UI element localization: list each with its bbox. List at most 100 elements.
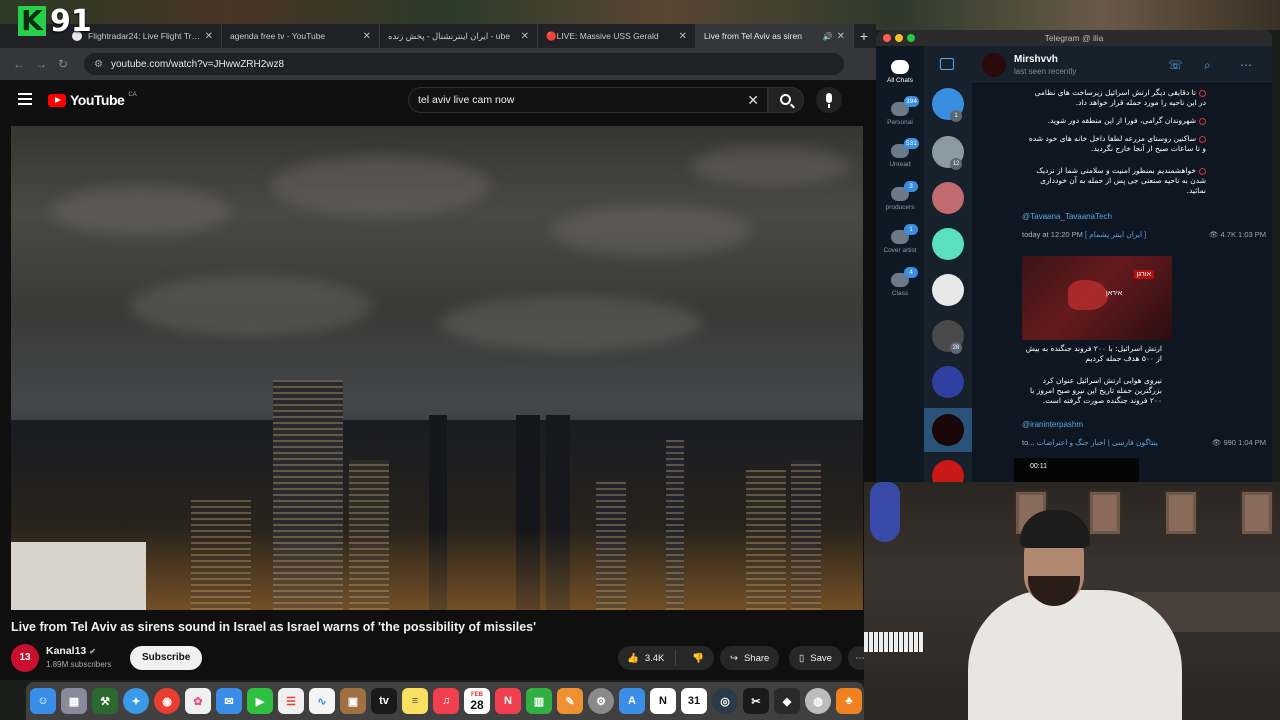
reload-icon[interactable]: ↻ <box>52 57 74 71</box>
freeform-icon[interactable]: ∿ <box>309 688 335 714</box>
region-code: CA <box>128 92 137 98</box>
chat-avatar[interactable] <box>932 414 964 446</box>
forward-source[interactable]: [ ایران اینتر پشمام ] <box>1085 230 1146 239</box>
pages-icon[interactable]: ✎ <box>557 688 583 714</box>
voice-search-icon[interactable] <box>816 87 842 113</box>
channel-link[interactable]: @iraninterpashm <box>1022 420 1083 429</box>
reminders-icon[interactable]: ☰ <box>278 688 304 714</box>
views-text: 4.7K 1:03 PM <box>1220 230 1266 239</box>
finance-icon[interactable]: ▣ <box>340 688 366 714</box>
back-icon[interactable]: ← <box>8 57 30 71</box>
chat-avatar[interactable] <box>932 460 964 482</box>
fl-studio-icon[interactable]: ♣ <box>836 688 862 714</box>
compose-icon[interactable] <box>940 58 954 70</box>
folder-unread[interactable]: 531 Unread <box>876 138 924 168</box>
video-attachment[interactable] <box>1014 458 1139 482</box>
forwarded-text: شهروندان گرامی، فورا از این منطقه دور شو… <box>1026 116 1206 126</box>
channel-name: Kanal13 <box>46 645 87 657</box>
message-meta: to... پنتاگون فارسی | اخبار جنگ و اعتراض… <box>1022 438 1158 447</box>
youtube-logo[interactable]: YouTube CA <box>48 92 137 108</box>
subscribe-button[interactable]: Subscribe <box>130 646 203 670</box>
disk-utility-icon[interactable]: ◍ <box>805 688 831 714</box>
safari-icon[interactable]: ✦ <box>123 688 149 714</box>
launchpad-icon[interactable]: ▦ <box>61 688 87 714</box>
tab-agenda[interactable]: agenda free tv - YouTube ✕ <box>222 24 380 48</box>
music-icon[interactable]: ♫ <box>433 688 459 714</box>
forward-source[interactable]: پنتاگون فارسی | اخبار جنگ و اعتراضات <box>1037 438 1158 447</box>
chat-avatar[interactable] <box>932 274 964 306</box>
macos-dock: ☺ ▦ ⚒ ✦ ◉ ✿ ✉ ▶ ☰ ∿ ▣ tv ≡ ♫ FEB 28 N ▥ … <box>26 682 864 720</box>
channel-avatar[interactable]: 13 <box>11 644 39 672</box>
apple-tv-icon[interactable]: tv <box>371 688 397 714</box>
chat-avatar[interactable] <box>932 228 964 260</box>
keyboard <box>864 632 924 652</box>
contact-avatar[interactable] <box>982 53 1006 77</box>
chat-avatar[interactable] <box>932 366 964 398</box>
clear-search-icon[interactable]: ✕ <box>747 92 759 109</box>
search-button[interactable] <box>768 87 804 113</box>
instruments-icon[interactable]: ◎ <box>712 688 738 714</box>
capcut-icon[interactable]: ✂ <box>743 688 769 714</box>
close-tab-icon[interactable]: ✕ <box>837 31 845 42</box>
channel-name-wrap[interactable]: Kanal13 ✔ <box>46 645 96 657</box>
appstore-icon[interactable]: A <box>619 688 645 714</box>
chat-avatar[interactable] <box>932 182 964 214</box>
photos-icon[interactable]: ✿ <box>185 688 211 714</box>
new-tab-button[interactable]: + <box>854 24 874 48</box>
contact-name[interactable]: Mirshvvh <box>1014 54 1058 65</box>
menu-icon[interactable] <box>18 93 32 105</box>
folder-class[interactable]: 4 Class <box>876 267 924 297</box>
close-window-icon[interactable] <box>883 34 891 42</box>
channel-link[interactable]: @Tavaana_TavaanaTech <box>1022 212 1112 221</box>
calendar-icon[interactable]: FEB 28 <box>464 688 490 714</box>
chrome-icon[interactable]: ◉ <box>154 688 180 714</box>
verified-icon: ✔ <box>89 647 96 656</box>
speaker-icon[interactable]: 🔊 <box>823 32 833 41</box>
forward-icon[interactable]: → <box>30 57 52 71</box>
zoom-window-icon[interactable] <box>907 34 915 42</box>
folder-all-chats[interactable]: All Chats <box>876 60 924 84</box>
close-tab-icon[interactable]: ✕ <box>363 31 371 42</box>
notion-icon[interactable]: N <box>650 688 676 714</box>
video-player[interactable] <box>11 126 863 610</box>
calendar-31-icon[interactable]: 31 <box>681 688 707 714</box>
phone-icon[interactable]: ☏ <box>1168 58 1183 72</box>
save-button[interactable]: ▯ Save <box>789 646 842 670</box>
search-input[interactable]: tel aviv live cam now ✕ <box>408 87 768 113</box>
like-count: 3.4K <box>644 652 665 664</box>
numbers-icon[interactable]: ▥ <box>526 688 552 714</box>
news-icon[interactable]: N <box>495 688 521 714</box>
streamer-body <box>968 590 1182 720</box>
share-button[interactable]: ↪ Share <box>720 646 780 670</box>
like-button[interactable]: 👍 3.4K <box>618 650 677 666</box>
settings-icon[interactable]: ⚙ <box>588 688 614 714</box>
more-icon[interactable]: ⋯ <box>1240 58 1252 72</box>
tab-tel-aviv[interactable]: Live from Tel Aviv as siren 🔊 ✕ <box>696 24 854 48</box>
folder-cover-artist[interactable]: 1 Cover artist <box>876 224 924 254</box>
notes-icon[interactable]: ≡ <box>402 688 428 714</box>
site-info-icon[interactable]: ⚙ <box>94 59 103 70</box>
mail-icon[interactable]: ✉ <box>216 688 242 714</box>
message-list: تا دقایقی دیگر ارتش اسرائیل زیرساخت های … <box>972 84 1272 482</box>
search-icon[interactable]: ⌕ <box>1204 58 1211 73</box>
xcode-icon[interactable]: ⚒ <box>92 688 118 714</box>
finder-icon[interactable]: ☺ <box>30 688 56 714</box>
folder-producers[interactable]: 3 producers <box>876 181 924 211</box>
unity-icon[interactable]: ◆ <box>774 688 800 714</box>
dislike-button[interactable]: 👎 <box>682 653 714 664</box>
address-bar[interactable]: ⚙ youtube.com/watch?v=JHwwZRH2wz8 <box>84 53 844 75</box>
minimize-window-icon[interactable] <box>895 34 903 42</box>
close-tab-icon[interactable]: ✕ <box>679 31 687 42</box>
folder-label: Cover artist <box>883 247 917 254</box>
image-attachment[interactable]: אורגן איראן <box>1022 256 1172 340</box>
logo-number: 91 <box>50 3 92 39</box>
close-tab-icon[interactable]: ✕ <box>205 31 213 42</box>
tab-live-uss[interactable]: 🔴LIVE: Massive USS Gerald ✕ <box>538 24 696 48</box>
tab-iran-international[interactable]: ایران اینترنشنال - پخش زنده - ube ✕ <box>380 24 538 48</box>
youtube-page: YouTube CA tel aviv live cam now ✕ Live … <box>0 80 876 680</box>
folder-label: producers <box>885 204 915 211</box>
folder-personal[interactable]: 394 Personal <box>876 96 924 126</box>
facetime-icon[interactable]: ▶ <box>247 688 273 714</box>
close-tab-icon[interactable]: ✕ <box>521 31 529 42</box>
video-title: Live from Tel Aviv as sirens sound in Is… <box>11 620 537 634</box>
